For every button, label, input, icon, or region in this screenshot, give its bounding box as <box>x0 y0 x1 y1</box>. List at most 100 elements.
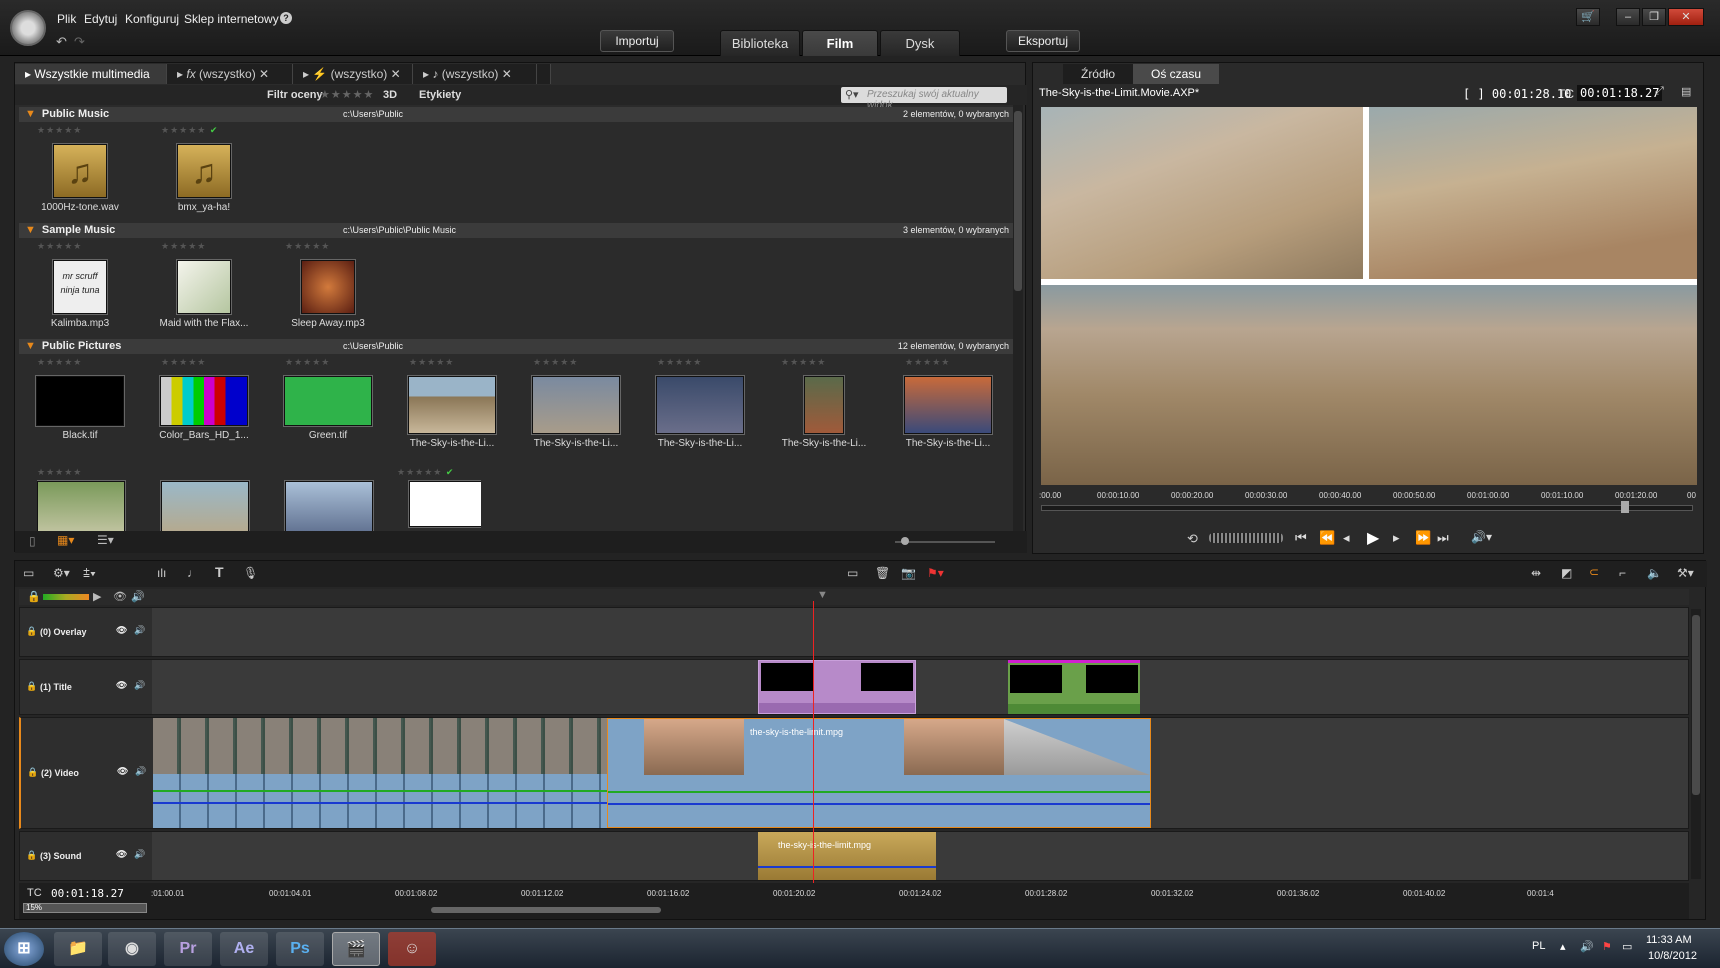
media-thumb[interactable] <box>285 481 373 533</box>
redo-icon[interactable]: ↷ <box>74 34 85 50</box>
loop-icon[interactable]: ⟲ <box>1187 531 1198 547</box>
lock-icon[interactable]: 🔒 <box>26 850 37 861</box>
menu-configure[interactable]: Konfiguruj <box>125 12 179 26</box>
razor-icon[interactable]: ▭ <box>847 566 858 580</box>
media-item[interactable]: ★★★★★ The-Sky-is-the-Li... <box>893 357 1003 467</box>
trim-icon[interactable]: ⌐ <box>1619 566 1626 580</box>
clock-time[interactable]: 11:33 AM <box>1646 934 1692 946</box>
search-field[interactable]: ⚲▾ Przeszukaj swój aktualny widok <box>841 87 1007 111</box>
photoshop-icon[interactable]: Ps <box>276 932 324 966</box>
tab-source[interactable]: Źródło <box>1063 64 1133 84</box>
timeline-zoom-bar[interactable]: 15% <box>23 903 147 913</box>
snapshot-icon[interactable]: 📷 <box>901 566 916 580</box>
trash-icon[interactable]: 🗑 <box>875 566 890 580</box>
library-tab-transitions[interactable]: ▸ ⚡ (wszystko) ✕ <box>293 64 413 84</box>
previous-icon[interactable]: ⏪ <box>1319 530 1335 546</box>
visibility-icon[interactable]: 👁 <box>116 625 127 636</box>
insert-mode-icon[interactable]: ◩ <box>1561 566 1572 580</box>
player-scrubber[interactable] <box>1041 505 1693 511</box>
fullscreen-icon[interactable]: ⤢ <box>1655 85 1664 98</box>
audio-scrub-icon[interactable]: 🔈 <box>1647 566 1662 580</box>
media-item[interactable]: ★★★★★ Maid with the Flax... <box>149 241 259 351</box>
network-tray-icon[interactable]: ▭ <box>1622 940 1632 953</box>
speaker-icon[interactable]: 🔊 <box>135 766 146 777</box>
help-icon[interactable]: ? <box>280 12 292 24</box>
lock-icon[interactable]: 🔒 <box>27 590 41 603</box>
library-tab-effects[interactable]: ▸ fx (wszystko) ✕ <box>167 64 293 84</box>
volume-icon[interactable]: 🔊▾ <box>1471 530 1492 544</box>
menu-shop[interactable]: Sklep internetowy <box>184 12 279 26</box>
media-item[interactable]: ★★★★★ Black.tif <box>25 357 135 467</box>
timeline-ruler[interactable]: :01:00.01 00:01:04.01 00:01:08.02 00:01:… <box>151 883 1689 919</box>
language-indicator[interactable]: PL <box>1532 940 1545 952</box>
track-options-icon[interactable]: ⩲▾ <box>83 566 96 581</box>
tray-arrow-icon[interactable]: ▴ <box>1560 940 1566 953</box>
media-item[interactable]: ★★★★★ ♫ 1000Hz-tone.wav <box>25 125 135 235</box>
magnet-icon[interactable]: ⊂ <box>1589 565 1599 579</box>
media-thumb[interactable] <box>161 481 249 533</box>
tags-filter[interactable]: Etykiety <box>419 89 461 101</box>
player-playhead[interactable] <box>1621 501 1630 513</box>
voice-over-icon[interactable]: 🎙 <box>243 566 258 580</box>
timeline-scrollbar[interactable] <box>431 907 661 913</box>
lock-icon[interactable]: 🔒 <box>26 681 37 692</box>
lock-icon[interactable]: 🔒 <box>26 626 37 637</box>
library-scrollbar[interactable] <box>1013 105 1023 531</box>
visibility-icon[interactable]: 👁 <box>113 590 127 603</box>
video-clip[interactable]: the-sky-is-the-limit.mpg <box>607 718 1151 828</box>
go-to-start-icon[interactable]: ⏮ <box>1295 530 1307 546</box>
scorefitter-icon[interactable]: ♩ <box>187 566 199 580</box>
tab-timeline[interactable]: Oś czasu <box>1133 64 1219 84</box>
audio-clip[interactable]: the-sky-is-the-limit.mpg <box>758 832 936 880</box>
storyboard-icon[interactable]: ▭ <box>23 566 34 580</box>
expand-icon[interactable]: ▶ <box>93 590 101 603</box>
go-to-end-icon[interactable]: ⏭ <box>1437 530 1449 546</box>
visibility-icon[interactable]: 👁 <box>117 766 128 777</box>
preview-icon[interactable]: ▯ <box>29 534 36 548</box>
minimize-button[interactable]: – <box>1616 8 1640 26</box>
start-button[interactable]: ⊞ <box>4 932 44 966</box>
library-tab-audio[interactable]: ▸ ♪ (wszystko) ✕ <box>413 64 537 84</box>
menu-file[interactable]: Plik <box>57 12 76 26</box>
media-item[interactable]: ★★★★★ mr scruff ninja tuna Kalimba.mp3 <box>25 241 135 351</box>
settings-icon[interactable]: ⚙▾ <box>53 566 70 580</box>
volume-tray-icon[interactable]: 🔊 <box>1580 940 1594 953</box>
tab-library[interactable]: Biblioteka <box>720 30 800 56</box>
video-clips-group[interactable] <box>153 718 607 828</box>
speaker-icon[interactable]: 🔊 <box>131 590 145 603</box>
section-public-pictures[interactable]: ▼ Public Pictures c:\Users\Public 12 elem… <box>19 339 1019 354</box>
timeline-playhead[interactable] <box>813 601 814 901</box>
tab-movie[interactable]: Film <box>802 30 878 56</box>
title-clip[interactable] <box>758 660 916 714</box>
speaker-icon[interactable]: 🔊 <box>134 625 145 636</box>
visibility-icon[interactable]: 👁 <box>116 849 127 860</box>
marker-icon[interactable]: ⚑▾ <box>927 566 944 580</box>
undo-icon[interactable]: ↶ <box>56 34 67 50</box>
media-item[interactable]: ★★★★★ The-Sky-is-the-Li... <box>769 357 879 467</box>
next-icon[interactable]: ⏩ <box>1415 530 1431 546</box>
media-item[interactable]: ★★★★★ Sleep Away.mp3 <box>273 241 383 351</box>
split-view-icon[interactable]: ▤ <box>1681 85 1691 98</box>
timeline-vertical-scrollbar[interactable] <box>1691 609 1701 879</box>
3d-filter[interactable]: 3D <box>383 89 397 101</box>
menu-edit[interactable]: Edytuj <box>84 12 117 26</box>
section-public-music[interactable]: ▼ Public Music c:\Users\Public 2 elementó… <box>19 107 1019 122</box>
library-tab-all-media[interactable]: ▸ Wszystkie multimedia ✕ <box>15 64 167 101</box>
media-item[interactable]: ★★★★★ The-Sky-is-the-Li... <box>645 357 755 467</box>
grid-view-icon[interactable]: ▦▾ <box>57 533 74 547</box>
export-button[interactable]: Eksportuj <box>1006 30 1080 52</box>
tab-disc[interactable]: Dysk <box>880 30 960 56</box>
flag-tray-icon[interactable]: ⚑ <box>1602 940 1612 953</box>
track-title[interactable]: 🔒 (1) Title 👁 🔊 <box>19 659 1689 715</box>
restore-button[interactable]: ❐ <box>1642 8 1666 26</box>
track-video[interactable]: 🔒 (2) Video 👁 🔊 the-sky-is-the-limit.mpg <box>19 717 1689 829</box>
media-item[interactable]: ★★★★★ Green.tif <box>273 357 383 467</box>
player-ruler[interactable]: :00.00 00:00:10.00 00:00:20.00 00:00:30.… <box>1039 491 1699 521</box>
dynamic-length-icon[interactable]: ⇹ <box>1531 566 1541 580</box>
timeline-timecode[interactable]: 00:01:18.27 <box>51 887 124 900</box>
track-overlay[interactable]: 🔒 (0) Overlay 👁 🔊 <box>19 607 1689 657</box>
after-effects-icon[interactable]: Ae <box>220 932 268 966</box>
lock-icon[interactable]: 🔒 <box>27 767 38 778</box>
pinnacle-icon[interactable]: 🎬 <box>332 932 380 966</box>
speaker-icon[interactable]: 🔊 <box>134 849 145 860</box>
